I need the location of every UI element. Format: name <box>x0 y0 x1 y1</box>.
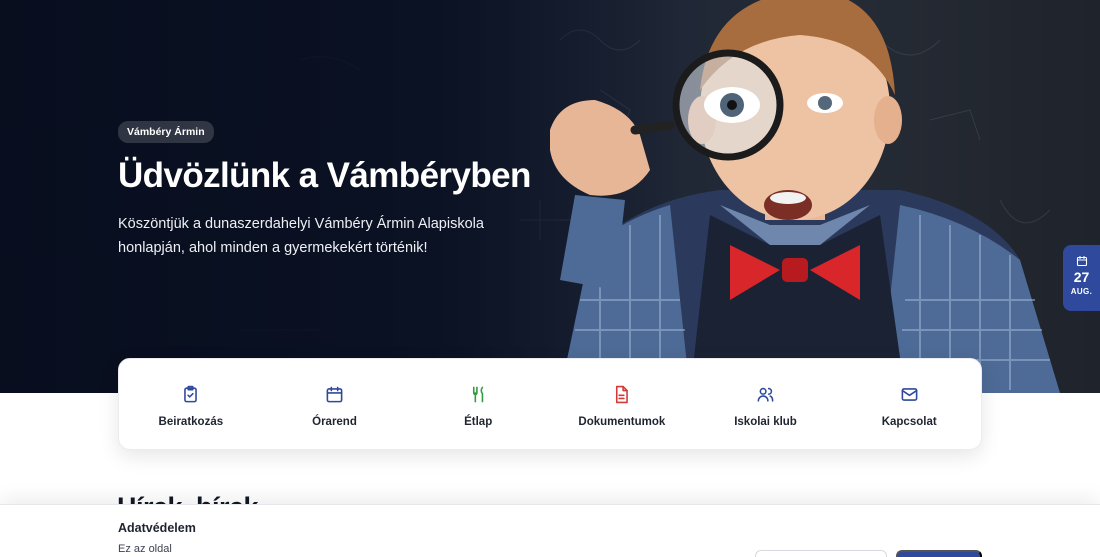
privacy-settings-button[interactable] <box>755 550 887 557</box>
quick-link-label: Órarend <box>312 416 357 428</box>
hero-subtitle: Köszöntjük a dunaszerdahelyi Vámbéry Árm… <box>118 212 578 260</box>
users-icon <box>757 387 774 402</box>
hero-subtitle-line1: Köszöntjük a dunaszerdahelyi Vámbéry Árm… <box>118 216 484 233</box>
privacy-banner: Adatvédelem Ez az oldal <box>0 504 1100 557</box>
quick-link-etlap[interactable]: Étlap <box>406 359 550 449</box>
quick-link-label: Dokumentumok <box>578 416 666 428</box>
quick-link-orarend[interactable]: Órarend <box>263 359 407 449</box>
hero-text-block: Vámbéry Ármin Üdvözlünk a Vámbéryben Kös… <box>118 121 578 260</box>
date-day: 27 <box>1073 269 1090 285</box>
hero-subtitle-line2: honlapján, ahol minden a gyermekekért tö… <box>118 240 428 257</box>
privacy-banner-text: Ez az oldal <box>118 543 172 555</box>
privacy-accept-button[interactable] <box>896 550 982 557</box>
quick-link-beiratkozas[interactable]: Beiratkozás <box>119 359 263 449</box>
quick-link-label: Kapcsolat <box>881 416 937 428</box>
quick-link-dokumentumok[interactable]: Dokumentumok <box>550 359 694 449</box>
document-icon <box>616 385 629 404</box>
hero-title: Üdvözlünk a Vámbéryben <box>118 156 531 195</box>
hero-badge: Vámbéry Ármin <box>118 121 214 143</box>
quick-link-label: Iskolai klub <box>734 416 797 428</box>
hero-banner: Vámbéry Ármin Üdvözlünk a Vámbéryben Kös… <box>0 0 1100 393</box>
calendar-icon <box>1076 255 1087 267</box>
page: Vámbéry Ármin Üdvözlünk a Vámbéryben Kös… <box>0 0 1100 557</box>
boy-with-magnifier-image <box>550 0 1060 393</box>
mail-icon <box>901 388 918 401</box>
date-month: AUG. <box>1070 287 1093 296</box>
quick-link-label: Étlap <box>464 416 493 428</box>
date-tab[interactable]: 27 AUG. <box>1063 245 1100 311</box>
quick-links-bar: Beiratkozás Órarend Étlap Dokumentumok I… <box>118 358 982 450</box>
privacy-banner-title: Adatvédelem <box>118 521 196 535</box>
clipboard-check-icon <box>184 385 198 403</box>
quick-link-label: Beiratkozás <box>158 416 224 428</box>
fork-knife-icon <box>472 386 483 403</box>
quick-link-iskolai-klub[interactable]: Iskolai klub <box>694 359 838 449</box>
calendar-icon <box>326 386 343 403</box>
quick-link-kapcsolat[interactable]: Kapcsolat <box>837 359 981 449</box>
